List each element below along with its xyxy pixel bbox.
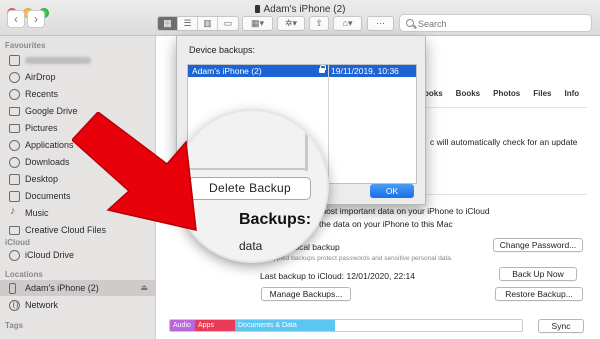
locations-header: Locations bbox=[5, 270, 43, 279]
folder-icon bbox=[9, 124, 20, 133]
folder-icon bbox=[9, 226, 20, 235]
dialog-title: Device backups: bbox=[189, 45, 256, 55]
redacted-username bbox=[25, 56, 91, 64]
group-by-button[interactable]: ▦▾ bbox=[242, 16, 273, 31]
list-view-button[interactable]: ☰ bbox=[178, 17, 198, 30]
device-tabs: ooks Books Photos Files Info bbox=[424, 89, 592, 98]
backup-date: 19/11/2019, 10:36 bbox=[331, 66, 399, 76]
tab-info[interactable]: Info bbox=[564, 89, 579, 98]
sidebar-item-icloud-drive[interactable]: iCloud Drive bbox=[0, 247, 156, 263]
sidebar-item-label: Downloads bbox=[25, 157, 70, 167]
eject-icon[interactable]: ⏏ bbox=[140, 283, 148, 292]
desktop-icon bbox=[9, 173, 20, 185]
sidebar-item-label: Pictures bbox=[25, 123, 58, 133]
lock-icon bbox=[319, 65, 326, 73]
cloud-icon bbox=[9, 249, 20, 261]
sidebar-item-label: Network bbox=[25, 300, 59, 310]
storage-audio: Audio bbox=[170, 320, 195, 331]
toolbar: Adam's iPhone (2) ‹ › ▦ ☰ ▥ ▭ ▦▾ ✲▾ ⇧ ⌂▾… bbox=[0, 0, 600, 36]
storage-documents: Documents & Data bbox=[235, 320, 335, 331]
tab-files[interactable]: Files bbox=[533, 89, 551, 98]
forward-button[interactable]: › bbox=[27, 10, 45, 28]
sidebar-item-label: Adam's iPhone (2) bbox=[25, 283, 99, 293]
ok-button[interactable]: OK bbox=[370, 184, 414, 198]
magnified-divider bbox=[305, 111, 308, 171]
backup-row[interactable]: Adam's iPhone (2) 19/11/2019, 10:36 bbox=[188, 65, 416, 77]
music-icon bbox=[9, 205, 20, 219]
column-divider bbox=[328, 65, 329, 183]
sidebar-item-label: Applications bbox=[25, 140, 74, 150]
tags-button[interactable]: ⌂▾ bbox=[333, 16, 362, 31]
column-view-button[interactable]: ▥ bbox=[198, 17, 218, 30]
applications-icon bbox=[9, 139, 20, 151]
tab-audiobooks[interactable]: ooks bbox=[424, 89, 443, 98]
sidebar-item-label: Google Drive bbox=[25, 106, 78, 116]
last-backup-text: Last backup to iCloud: 12/01/2020, 22:14 bbox=[260, 271, 416, 281]
sidebar-item-network[interactable]: Network bbox=[0, 297, 156, 313]
share-button[interactable]: ⇧ bbox=[309, 16, 329, 31]
sidebar-item-recents[interactable]: Recents bbox=[0, 86, 156, 102]
change-password-button[interactable]: Change Password... bbox=[493, 238, 583, 252]
tab-books[interactable]: Books bbox=[456, 89, 480, 98]
restore-backup-button[interactable]: Restore Backup... bbox=[495, 287, 583, 301]
red-arrow-icon bbox=[72, 112, 197, 231]
sidebar-item-label: iCloud Drive bbox=[25, 250, 75, 260]
search-input[interactable] bbox=[418, 17, 586, 30]
storage-apps: Apps bbox=[195, 320, 235, 331]
favourites-header: Favourites bbox=[5, 41, 46, 50]
sidebar-item-airdrop[interactable]: AirDrop bbox=[0, 69, 156, 85]
mac-backup-option: the data on your iPhone to this Mac bbox=[319, 219, 453, 229]
sync-button[interactable]: Sync bbox=[538, 319, 584, 333]
icloud-backup-option: most important data on your iPhone to iC… bbox=[319, 206, 490, 216]
manage-backups-button[interactable]: Manage Backups... bbox=[261, 287, 351, 301]
sidebar-item-label: AirDrop bbox=[25, 72, 56, 82]
back-up-now-button[interactable]: Back Up Now bbox=[499, 267, 577, 281]
tags-header: Tags bbox=[5, 321, 24, 330]
sidebar-item-label: Documents bbox=[25, 191, 71, 201]
more-toolbar-button[interactable]: ⋯ bbox=[367, 16, 394, 31]
download-icon bbox=[9, 156, 20, 168]
document-icon bbox=[9, 190, 20, 202]
iphone-icon bbox=[9, 282, 16, 294]
globe-icon bbox=[9, 299, 20, 311]
software-update-text: c will automatically check for an update bbox=[430, 137, 578, 147]
sidebar-item-home[interactable] bbox=[0, 52, 156, 68]
tab-photos[interactable]: Photos bbox=[493, 89, 520, 98]
search-icon bbox=[406, 19, 414, 27]
sidebar-item-label: Desktop bbox=[25, 174, 59, 184]
search-field[interactable] bbox=[399, 14, 592, 32]
iphone-icon bbox=[254, 5, 260, 13]
sidebar-item-iphone[interactable]: Adam's iPhone (2) ⏏ bbox=[0, 280, 156, 296]
storage-bar: Audio Apps Documents & Data bbox=[169, 319, 523, 332]
house-icon bbox=[9, 54, 20, 66]
window-title-text: Adam's iPhone (2) bbox=[263, 4, 346, 15]
airdrop-icon bbox=[9, 71, 20, 83]
action-gear-button[interactable]: ✲▾ bbox=[277, 16, 305, 31]
gallery-view-button[interactable]: ▭ bbox=[218, 17, 238, 30]
back-button[interactable]: ‹ bbox=[7, 10, 25, 28]
encrypt-backup-note: Encrypted backups protect passwords and … bbox=[260, 255, 453, 262]
icon-view-button[interactable]: ▦ bbox=[158, 17, 178, 30]
view-mode-control: ▦ ☰ ▥ ▭ bbox=[157, 16, 239, 31]
backup-name: Adam's iPhone (2) bbox=[192, 66, 262, 76]
sidebar-item-label: Music bbox=[25, 208, 49, 218]
clock-icon bbox=[9, 88, 20, 100]
icloud-header: iCloud bbox=[5, 238, 30, 247]
drive-icon bbox=[9, 107, 20, 116]
sidebar-item-label: Recents bbox=[25, 89, 59, 99]
